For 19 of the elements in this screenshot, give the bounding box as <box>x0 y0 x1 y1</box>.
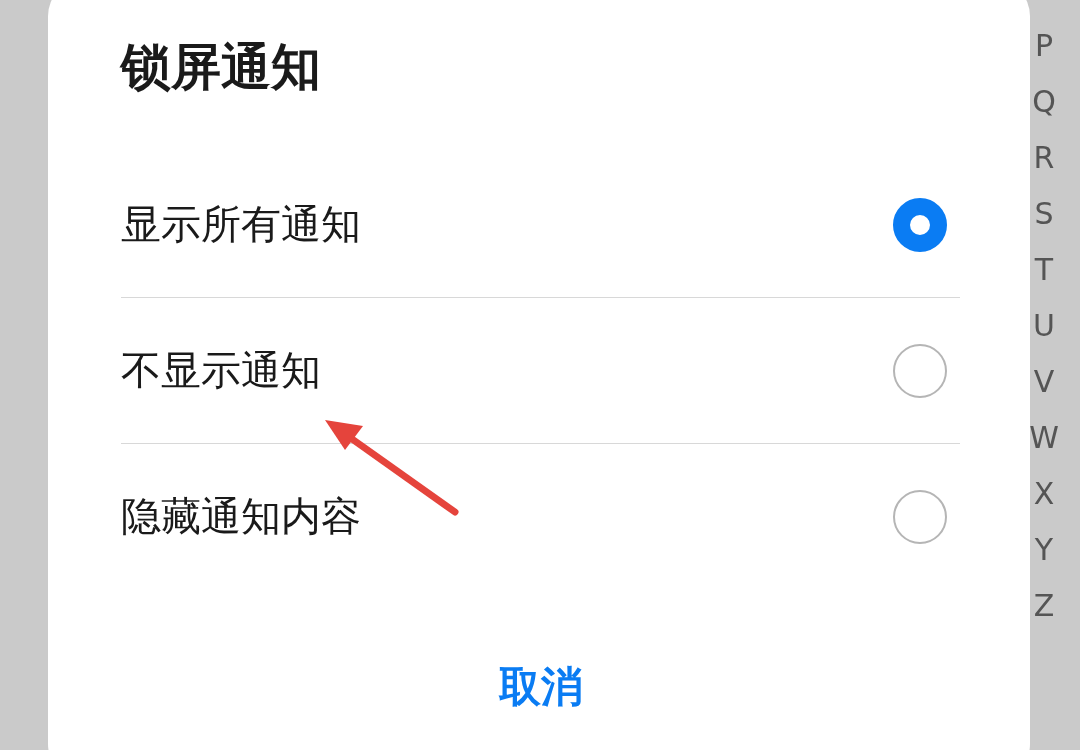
radio-button[interactable] <box>893 489 947 544</box>
index-letter[interactable]: T <box>1034 242 1054 298</box>
index-letter[interactable]: R <box>1033 130 1055 186</box>
index-letter[interactable]: P <box>1034 18 1054 74</box>
option-item[interactable]: 显示所有通知 <box>121 152 960 297</box>
index-letter[interactable]: Q <box>1032 74 1056 130</box>
option-item[interactable]: 不显示通知 <box>121 298 960 443</box>
option-item[interactable]: 隐藏通知内容 <box>121 444 960 589</box>
index-letter[interactable]: S <box>1034 186 1054 242</box>
radio-button[interactable] <box>893 197 947 252</box>
index-letter[interactable]: U <box>1033 298 1055 354</box>
dialog-title: 锁屏通知 <box>121 37 322 98</box>
radio-button[interactable] <box>893 343 947 398</box>
index-letter[interactable]: Y <box>1034 522 1054 578</box>
index-letter[interactable]: V <box>1033 354 1055 410</box>
index-letter[interactable]: X <box>1033 466 1055 522</box>
index-letter[interactable]: Z <box>1033 578 1055 634</box>
cancel-button[interactable]: 取消 <box>478 649 603 725</box>
index-letter[interactable]: W <box>1029 410 1059 466</box>
